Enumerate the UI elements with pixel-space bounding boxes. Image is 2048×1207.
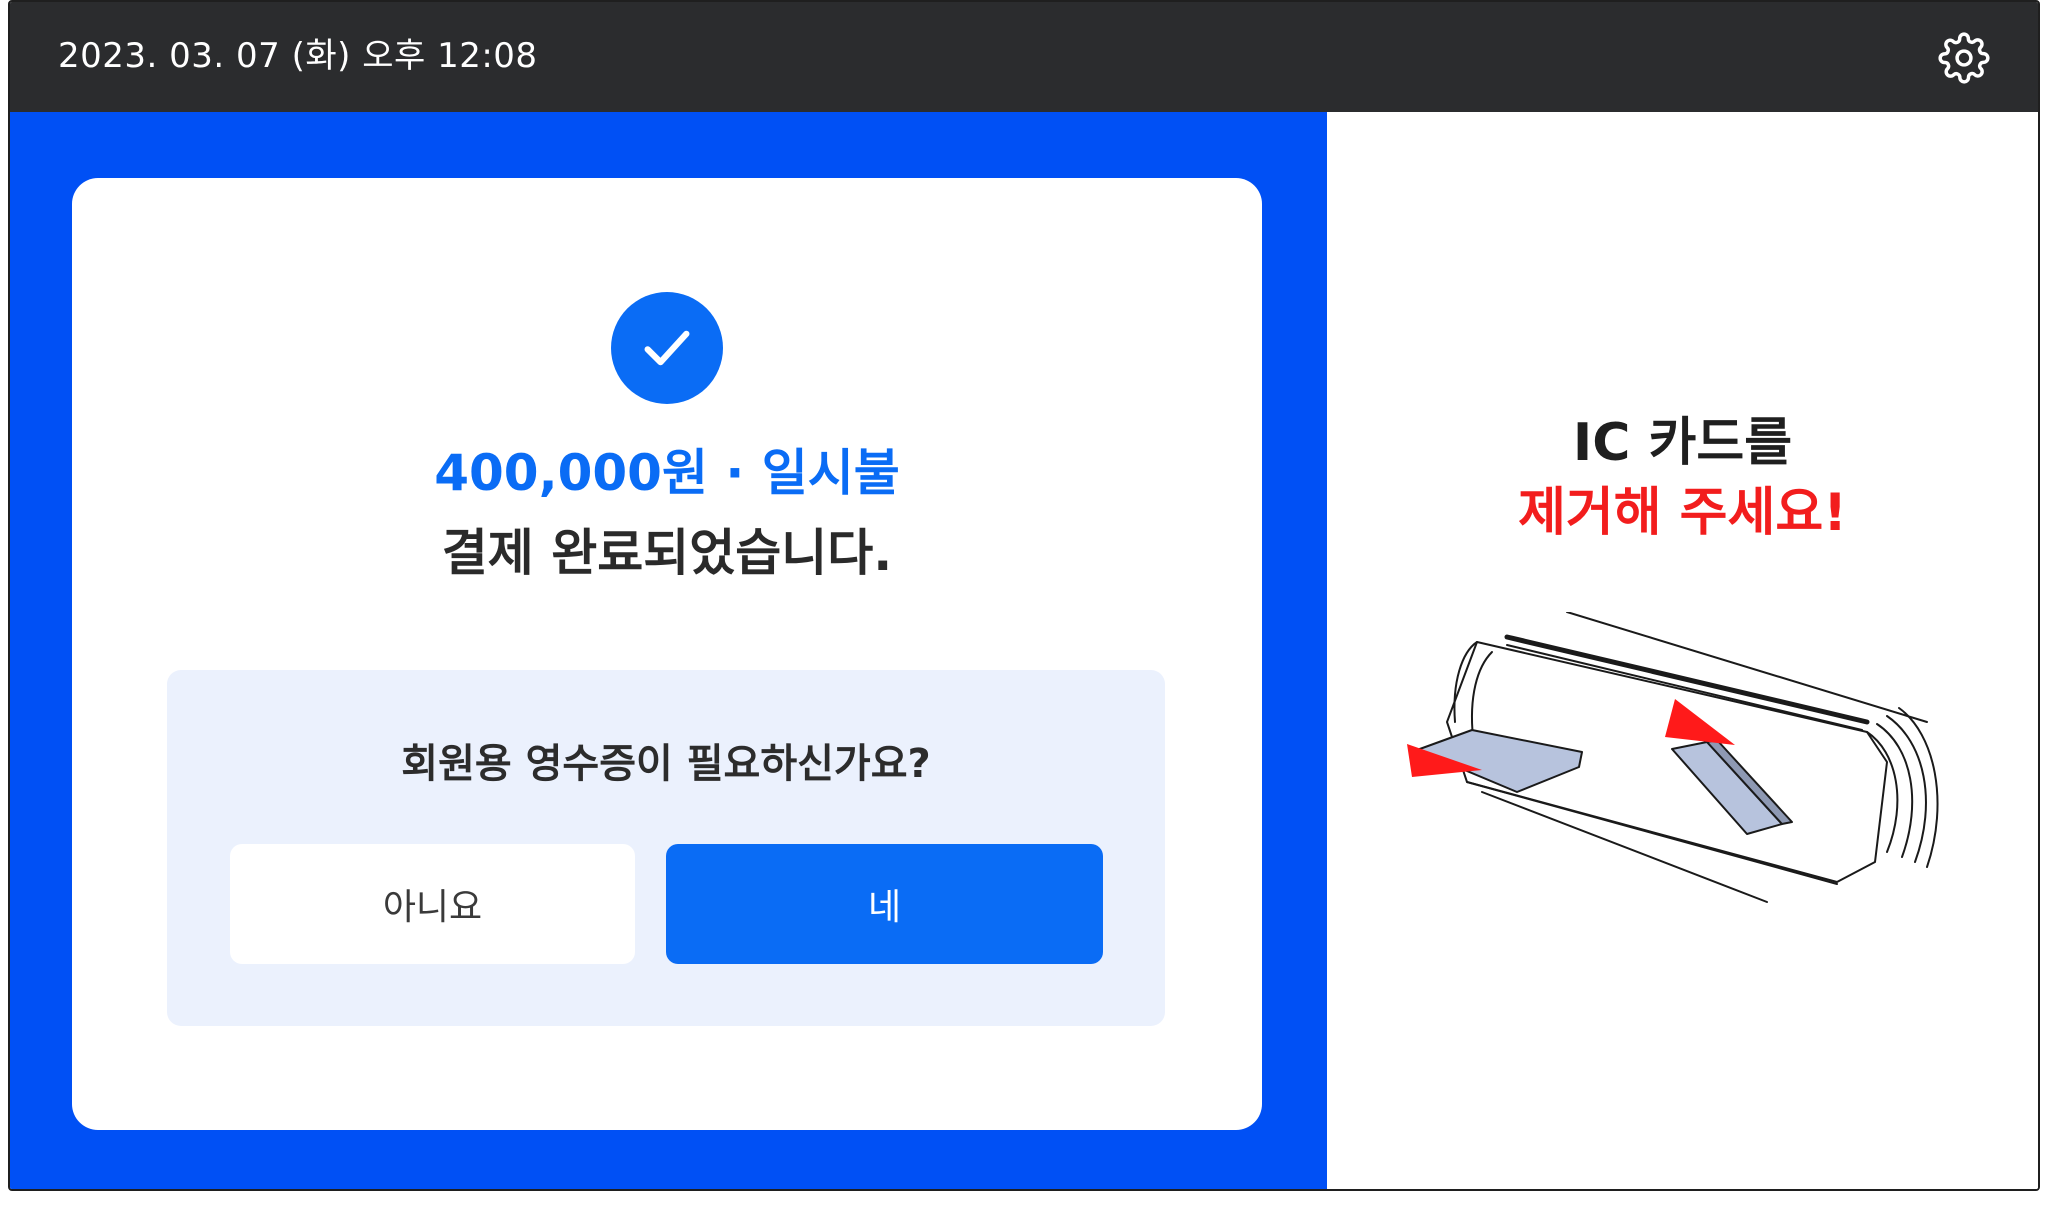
gear-icon (1938, 32, 1990, 84)
yes-receipt-button[interactable]: 네 (666, 844, 1103, 964)
card-instruction-line1: IC 카드를 (1572, 413, 1793, 473)
receipt-question: 회원용 영수증이 필요하신가요? (401, 741, 931, 787)
receipt-prompt: 회원용 영수증이 필요하신가요? 아니요 네 (167, 670, 1165, 1026)
payment-complete-message: 결제 완료되었습니다. (441, 524, 893, 582)
no-receipt-button[interactable]: 아니요 (230, 844, 635, 964)
payment-result-card: 400,000원 · 일시불 결제 완료되었습니다. 회원용 영수증이 필요하신… (72, 178, 1262, 1130)
payment-panel: 400,000원 · 일시불 결제 완료되었습니다. 회원용 영수증이 필요하신… (10, 112, 1327, 1189)
payment-amount: 400,000원 · 일시불 (434, 444, 900, 502)
card-reader-illustration (1407, 612, 1939, 903)
card-instruction-line2: 제거해 주세요! (1518, 483, 1847, 543)
kiosk-screen: 2023. 03. 07 (화) 오후 12:08 400,000원 · 일시불… (8, 0, 2040, 1191)
check-icon (644, 330, 690, 366)
settings-button[interactable] (1936, 30, 1992, 86)
datetime-display: 2023. 03. 07 (화) 오후 12:08 (58, 36, 538, 76)
card-removal-panel: IC 카드를 제거해 주세요! (1327, 112, 2038, 1189)
success-badge (611, 292, 723, 404)
top-bar: 2023. 03. 07 (화) 오후 12:08 (10, 2, 2038, 112)
